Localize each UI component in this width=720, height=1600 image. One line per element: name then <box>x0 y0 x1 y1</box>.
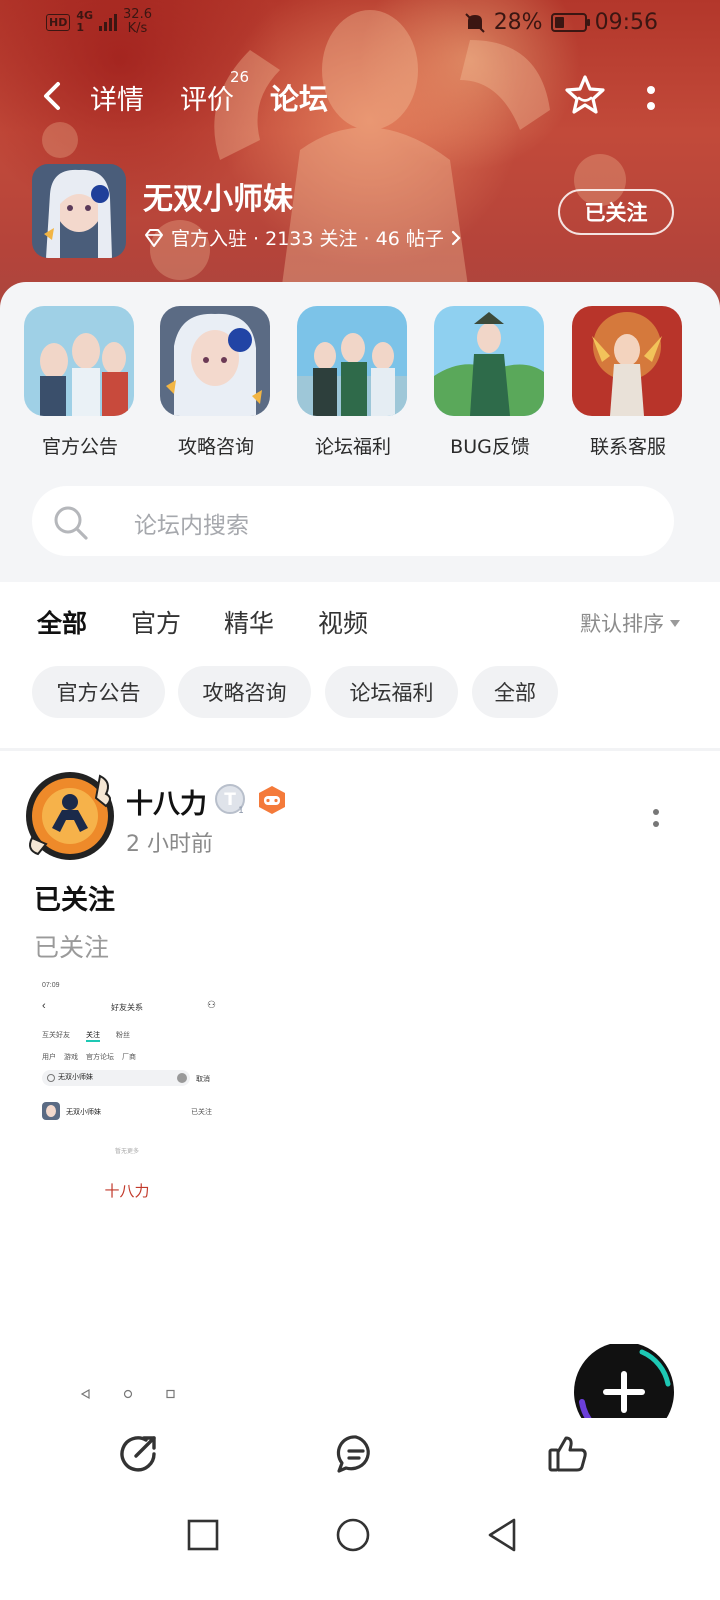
game-meta-text: 官方入驻 · 2133 关注 · 46 帖子 <box>171 228 444 250</box>
forum-search[interactable]: 论坛内搜索 <box>32 486 674 556</box>
header-banner: HD 4G 1 32.6 K/s 28% 09:56 详情 评价 26 论坛 无… <box>0 0 720 330</box>
post-image[interactable]: 07:09 ‹ 好友关系 ⚇ 互关好友 关注 粉丝 用户 游戏 官方论坛 厂商 … <box>34 980 220 1212</box>
forum-post[interactable]: 十八力 T 1 2 小时前 已关注 已关注 07:09 ‹ 好友关系 ⚇ 互关好… <box>0 752 720 1412</box>
image-no-more: 暂无更多 <box>114 1149 139 1155</box>
search-icon <box>54 506 88 540</box>
chip-benefits[interactable]: 论坛福利 <box>325 666 458 718</box>
game-meta[interactable]: 官方入驻 · 2133 关注 · 46 帖子 <box>143 224 462 251</box>
network-speed: 32.6 K/s <box>123 7 152 36</box>
image-clear-icon <box>177 1073 187 1083</box>
share-icon[interactable] <box>116 1432 160 1476</box>
reviews-count-badge: 26 <box>230 68 250 86</box>
entry-official-notice[interactable]: 官方公告 <box>2 304 142 464</box>
follow-button[interactable]: 已关注 <box>558 189 674 235</box>
image-result-status: 已关注 <box>191 1109 212 1116</box>
sort-dropdown[interactable]: 默认排序 <box>580 608 680 638</box>
tab-reviews[interactable]: 评价 <box>180 78 234 117</box>
filter-bar: 全部 官方 精华 视频 默认排序 官方公告 攻略咨询 论坛福利 全部 <box>0 582 720 752</box>
svg-text:1: 1 <box>238 806 244 816</box>
entry-thumbnail <box>572 306 682 416</box>
filter-tab-all[interactable]: 全部 <box>34 604 90 640</box>
image-subtabs: 用户 游戏 官方论坛 厂商 <box>42 1054 136 1061</box>
quick-entries-card: 官方公告 攻略咨询 论坛福利 BUG反馈 联系客服 论坛内搜索 <box>0 282 720 582</box>
battery-percent: 28% <box>493 10 543 35</box>
tab-forum[interactable]: 论坛 <box>267 76 331 118</box>
gamepad-badge-icon <box>259 786 285 814</box>
recent-apps-icon[interactable] <box>180 1512 226 1558</box>
entry-bug-report[interactable]: BUG反馈 <box>412 304 552 464</box>
author-name[interactable]: 十八力 <box>126 782 207 821</box>
svg-text:T: T <box>224 790 236 810</box>
level-badge-icon: T 1 <box>215 784 245 816</box>
filter-tab-featured[interactable]: 精华 <box>224 604 274 640</box>
entry-label: BUG反馈 <box>450 436 530 458</box>
status-bar: HD 4G 1 32.6 K/s 28% 09:56 <box>0 0 720 48</box>
post-title[interactable]: 已关注 <box>34 878 115 917</box>
home-icon[interactable] <box>330 1512 376 1558</box>
diamond-icon <box>145 228 163 247</box>
search-placeholder: 论坛内搜索 <box>134 513 249 539</box>
back-nav-icon[interactable] <box>480 1512 526 1558</box>
comment-icon[interactable] <box>334 1432 378 1476</box>
post-body[interactable]: 已关注 <box>34 928 109 964</box>
more-options-icon[interactable] <box>640 78 662 118</box>
image-signature: 十八力 <box>104 1183 150 1200</box>
image-result-name: 无双小师妹 <box>66 1109 101 1116</box>
post-more-icon[interactable] <box>646 802 666 834</box>
image-result-icon <box>42 1102 60 1120</box>
entry-guides[interactable]: 攻略咨询 <box>138 304 278 464</box>
entry-benefits[interactable]: 论坛福利 <box>275 304 415 464</box>
system-navigation-bar <box>0 1494 720 1600</box>
entry-label: 攻略咨询 <box>177 436 254 458</box>
image-nav-bar <box>80 1388 175 1400</box>
back-icon[interactable] <box>34 76 74 116</box>
filter-tab-video[interactable]: 视频 <box>318 604 368 640</box>
entry-thumbnail <box>24 306 134 416</box>
image-status-time: 07:09 <box>42 982 60 989</box>
entry-label: 官方公告 <box>41 436 118 458</box>
top-navigation: 详情 评价 26 论坛 <box>0 60 720 130</box>
entry-thumbnail <box>160 306 270 416</box>
clock: 09:56 <box>594 10 658 35</box>
image-tabs: 互关好友 关注 粉丝 <box>42 1030 130 1042</box>
entry-customer-service[interactable]: 联系客服 <box>550 304 690 464</box>
filter-tab-official[interactable]: 官方 <box>131 604 181 640</box>
chip-all[interactable]: 全部 <box>472 666 558 718</box>
image-add-user-icon: ⚇ <box>207 1000 216 1011</box>
signal-icon <box>99 13 118 31</box>
tab-details[interactable]: 详情 <box>90 78 144 117</box>
entry-thumbnail <box>297 306 407 416</box>
network-type: 4G 1 <box>76 9 94 34</box>
image-cancel-label: 取消 <box>196 1076 210 1083</box>
chip-official-notice[interactable]: 官方公告 <box>32 666 165 718</box>
like-icon[interactable] <box>546 1432 590 1476</box>
post-actions-bar <box>0 1418 720 1494</box>
quick-entries: 官方公告 攻略咨询 论坛福利 BUG反馈 联系客服 <box>0 304 720 464</box>
author-avatar[interactable] <box>22 768 118 864</box>
image-search-field: 无双小师妹 <box>42 1070 190 1086</box>
chevron-right-icon <box>451 230 461 245</box>
image-title: 好友关系 <box>111 1003 143 1012</box>
game-title: 无双小师妹 <box>143 182 293 217</box>
game-icon[interactable] <box>32 164 126 258</box>
section-divider <box>0 748 720 751</box>
post-time: 2 小时前 <box>126 832 213 857</box>
entry-label: 联系客服 <box>589 436 666 458</box>
mute-icon <box>464 12 485 33</box>
hd-indicator: HD <box>46 13 71 31</box>
battery-icon <box>550 13 590 32</box>
chip-guides[interactable]: 攻略咨询 <box>178 666 311 718</box>
entry-label: 论坛福利 <box>314 436 391 458</box>
favorite-star-icon[interactable] <box>562 72 608 118</box>
game-info: 无双小师妹 官方入驻 · 2133 关注 · 46 帖子 已关注 <box>0 160 720 270</box>
entry-thumbnail <box>434 306 544 416</box>
